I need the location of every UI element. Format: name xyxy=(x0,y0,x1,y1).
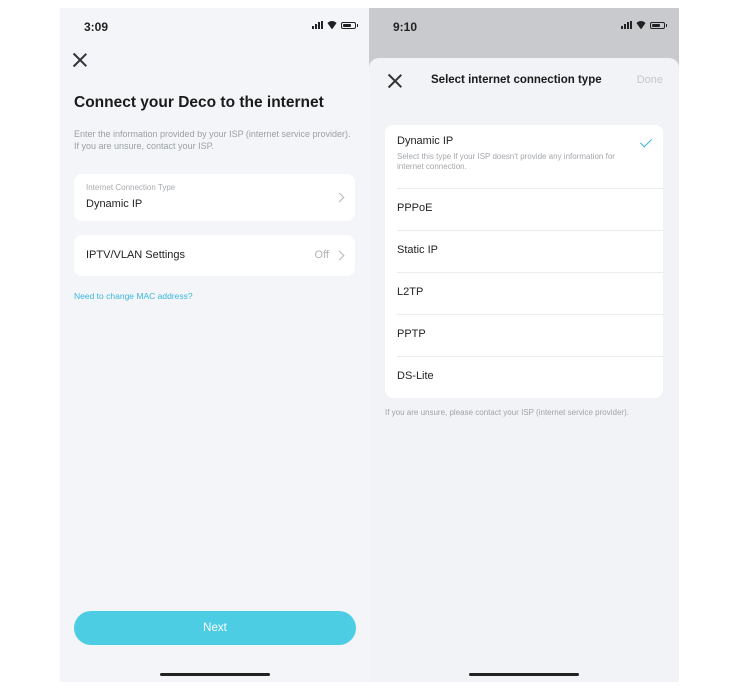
option-hint: Select this type if your ISP doesn't pro… xyxy=(397,152,615,171)
wifi-icon xyxy=(327,21,337,29)
home-indicator[interactable] xyxy=(160,673,270,676)
connection-type-sheet: Select internet connection type Done Dyn… xyxy=(369,58,679,682)
change-mac-address-link[interactable]: Need to change MAC address? xyxy=(74,291,193,301)
option-dynamic-ip[interactable]: Dynamic IP Select this type if your ISP … xyxy=(385,125,663,188)
status-bar: 3:09 xyxy=(60,8,370,46)
wifi-icon xyxy=(636,21,646,29)
signal-icon xyxy=(621,21,632,29)
chevron-right-icon xyxy=(334,192,345,203)
option-ds-lite[interactable]: DS-Lite xyxy=(385,356,663,398)
done-button[interactable]: Done xyxy=(637,74,663,86)
status-time: 9:10 xyxy=(393,20,418,34)
status-bar: 9:10 xyxy=(369,8,679,46)
option-l2tp[interactable]: L2TP xyxy=(385,272,663,314)
page-title: Connect your Deco to the internet xyxy=(74,94,324,111)
connection-type-value: Dynamic IP xyxy=(86,198,143,210)
signal-icon xyxy=(312,21,323,29)
next-button[interactable]: Next xyxy=(74,611,356,645)
option-label: DS-Lite xyxy=(397,370,434,382)
option-static-ip[interactable]: Static IP xyxy=(385,230,663,272)
home-indicator[interactable] xyxy=(469,673,579,676)
battery-icon xyxy=(650,21,667,29)
status-time: 3:09 xyxy=(84,20,109,34)
iptv-vlan-status: Off xyxy=(314,249,329,261)
chevron-right-icon xyxy=(334,250,345,261)
option-label: Static IP xyxy=(397,244,438,256)
option-pptp[interactable]: PPTP xyxy=(385,314,663,356)
option-label: L2TP xyxy=(397,286,424,298)
iptv-vlan-settings-row[interactable]: IPTV/VLAN Settings Off xyxy=(74,235,355,276)
footer-note: If you are unsure, please contact your I… xyxy=(385,408,629,417)
connect-internet-screen: 3:09 Connect your Deco to the internet E… xyxy=(60,8,370,682)
option-label: Dynamic IP xyxy=(397,135,454,147)
close-icon[interactable] xyxy=(387,73,403,89)
page-description: Enter the information provided by your I… xyxy=(74,129,351,151)
option-label: PPPoE xyxy=(397,202,433,214)
option-pppoe[interactable]: PPPoE xyxy=(385,188,663,230)
sheet-title: Select internet connection type xyxy=(431,74,602,86)
connection-type-field[interactable]: Internet Connection Type Dynamic IP xyxy=(74,174,355,221)
iptv-vlan-label: IPTV/VLAN Settings xyxy=(86,249,186,261)
close-icon[interactable] xyxy=(72,52,88,68)
connection-type-label: Internet Connection Type xyxy=(86,183,176,192)
option-label: PPTP xyxy=(397,328,426,340)
connection-type-list: Dynamic IP Select this type if your ISP … xyxy=(385,125,663,398)
battery-icon xyxy=(341,21,358,29)
select-connection-type-screen: 9:10 Select internet connection type Don… xyxy=(369,8,679,682)
